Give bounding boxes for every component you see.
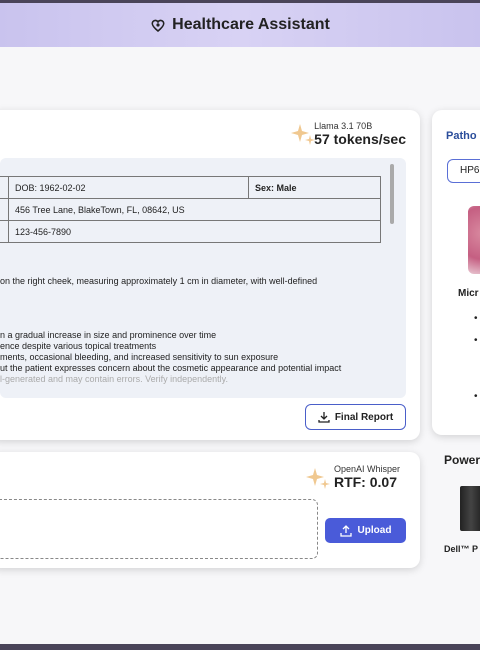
server-image — [460, 486, 480, 531]
sparkle-icon — [291, 124, 315, 145]
table-cell — [0, 176, 9, 199]
pathology-title: Patho — [446, 130, 477, 142]
report-line: ments, occasional bleeding, and increase… — [0, 352, 279, 362]
patient-table: DOB: 1962-02-02 Sex: Male 456 Tree Lane,… — [0, 176, 381, 243]
sparkle-icon — [306, 468, 330, 489]
audio-dropzone[interactable] — [0, 499, 318, 559]
server-label: Dell™ P — [444, 544, 479, 554]
address-cell: 456 Tree Lane, BlakeTown, FL, 08642, US — [8, 198, 381, 221]
download-icon — [318, 412, 330, 423]
upload-label: Upload — [357, 525, 392, 536]
asr-model-name: OpenAI Whisper — [333, 464, 400, 474]
asr-badge: OpenAI Whisper RTF: 0.07 — [334, 464, 400, 490]
table-cell — [0, 220, 9, 243]
pathology-card: Patho HP6 Micr • • • — [432, 110, 480, 435]
power-title: Power — [444, 453, 480, 467]
llm-model-name: Llama 3.1 70B — [314, 121, 373, 131]
asr-rtf: RTF: 0.07 — [333, 474, 397, 490]
app-title: Healthcare Assistant — [172, 16, 330, 33]
upload-button[interactable]: Upload — [325, 518, 406, 543]
microscopy-label: Micr — [458, 288, 479, 299]
tissue-image — [468, 206, 480, 274]
bullet: • — [474, 313, 478, 324]
bullet: • — [474, 335, 478, 346]
report-line: on the right cheek, measuring approximat… — [0, 276, 318, 286]
final-report-button[interactable]: Final Report — [305, 404, 406, 430]
phone-cell: 123-456-7890 — [8, 220, 381, 243]
llm-badge: Llama 3.1 70B 57 tokens/sec — [314, 121, 406, 147]
disclaimer: l-generated and may contain errors. Veri… — [0, 374, 228, 384]
app-header: Healthcare Assistant — [0, 3, 480, 47]
final-report-label: Final Report — [334, 411, 394, 423]
table-cell — [0, 198, 9, 221]
app-frame: Healthcare Assistant Llama 3.1 70B 57 to… — [0, 3, 480, 644]
scrollbar[interactable] — [390, 164, 394, 224]
report-line: ence despite various topical treatments — [0, 341, 157, 351]
sex-cell: Sex: Male — [248, 176, 381, 199]
llm-speed: 57 tokens/sec — [314, 131, 406, 147]
transcription-card: OpenAI Whisper RTF: 0.07 Upload — [0, 452, 420, 568]
stethoscope-icon — [151, 19, 165, 33]
pathology-select[interactable]: HP6 — [447, 159, 480, 183]
upload-icon — [339, 524, 352, 537]
dob-cell: DOB: 1962-02-02 — [8, 176, 249, 199]
report-line: ut the patient expresses concern about t… — [0, 363, 342, 373]
bullet: • — [474, 391, 478, 402]
report-card: Llama 3.1 70B 57 tokens/sec DOB: 1962-02… — [0, 110, 420, 440]
report-line: n a gradual increase in size and promine… — [0, 330, 217, 340]
report-document[interactable]: DOB: 1962-02-02 Sex: Male 456 Tree Lane,… — [0, 158, 406, 398]
